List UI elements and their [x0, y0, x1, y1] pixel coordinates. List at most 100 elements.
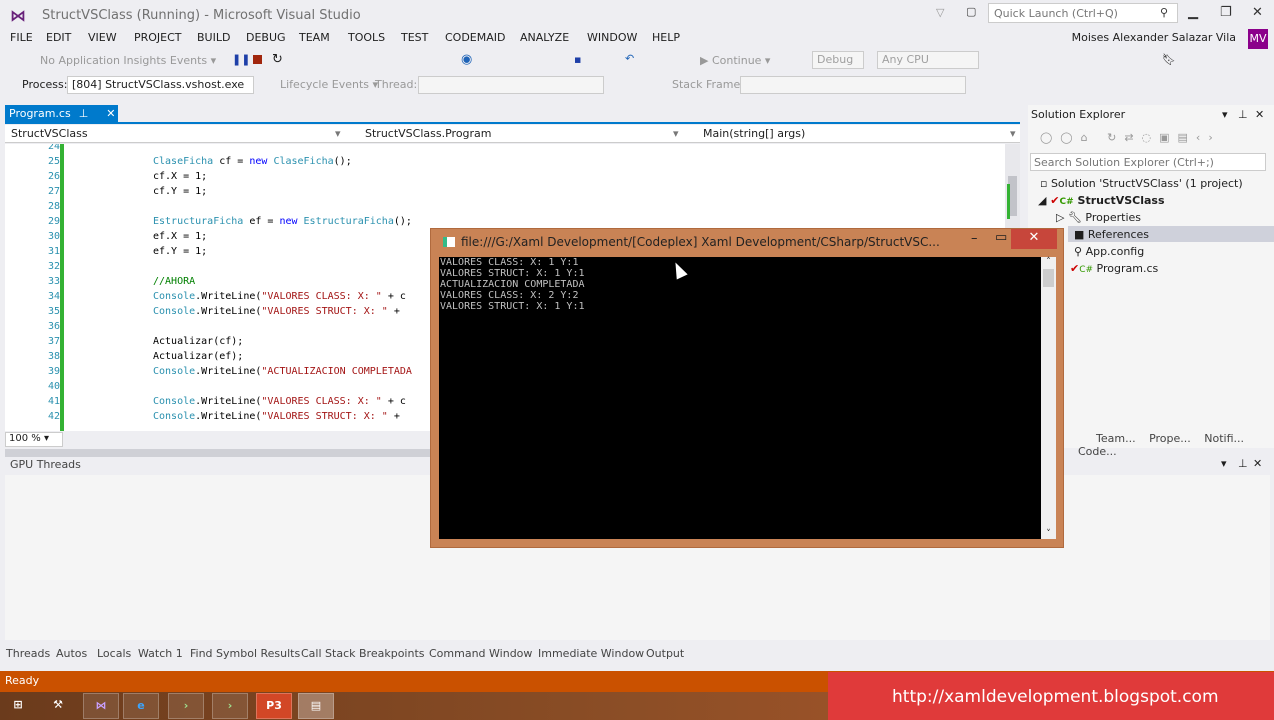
code-line[interactable]: EstructuraFicha ef = new EstructuraFicha…	[153, 216, 412, 227]
pin-icon[interactable]: ⊥	[1238, 457, 1248, 470]
menu-view[interactable]: VIEW	[88, 31, 117, 44]
menu-window[interactable]: WINDOW	[587, 31, 637, 44]
code-line[interactable]: cf.X = 1;	[153, 171, 207, 182]
dropdown-icon[interactable]: ▾	[1221, 457, 1227, 470]
menu-analyze[interactable]: ANALYZE	[520, 31, 569, 44]
code-token: ();	[333, 156, 352, 167]
visual-studio-icon[interactable]: ⋈	[83, 693, 119, 719]
navigate-back-icon[interactable]: ◉	[461, 52, 472, 67]
lifecycle-events-dropdown[interactable]: Lifecycle Events ▾	[280, 78, 378, 100]
filter-icon[interactable]: ▽	[936, 6, 944, 19]
menu-team[interactable]: TEAM	[299, 31, 330, 44]
tab-find-symbol-results[interactable]: Find Symbol Results	[190, 647, 300, 660]
tab-breakpoints[interactable]: Breakpoints	[359, 647, 425, 660]
config-select[interactable]: Debug	[812, 51, 864, 69]
close-button[interactable]: ✕	[1252, 5, 1263, 20]
menu-help[interactable]: HELP	[652, 31, 680, 44]
windows-start-icon[interactable]: ⊞	[0, 693, 36, 719]
pin-icon[interactable]: ⊥	[79, 107, 89, 120]
close-tab-icon[interactable]: ✕	[106, 107, 115, 120]
console-window[interactable]: file:///G:/Xaml Development/[Codeplex] X…	[430, 228, 1064, 548]
tab-locals[interactable]: Locals	[97, 647, 131, 660]
class-dropdown[interactable]: StructVSClass.Program	[365, 127, 492, 140]
tab-notifications[interactable]: Notifi...	[1204, 432, 1244, 445]
close-icon[interactable]: ✕	[1253, 457, 1262, 470]
tree-references[interactable]: ■ References	[1074, 228, 1149, 241]
solution-search-input[interactable]: Search Solution Explorer (Ctrl+;)	[1030, 153, 1266, 171]
solution-toolbar[interactable]: ◯◯⌂ ↻⇄◌▣▤‹›	[1040, 131, 1221, 144]
tree-properties[interactable]: ▷ 🔧︎ Properties	[1056, 211, 1141, 224]
console-minimize-button[interactable]: –	[971, 231, 978, 246]
tab-threads[interactable]: Threads	[6, 647, 50, 660]
restart-icon[interactable]: ↻	[272, 52, 283, 67]
code-line[interactable]: ef.Y = 1;	[153, 246, 207, 257]
menu-debug[interactable]: DEBUG	[246, 31, 286, 44]
menu-codemaid[interactable]: CODEMAID	[445, 31, 506, 44]
tab-program-cs[interactable]: Program.cs ⊥ ✕	[5, 105, 118, 123]
code-token: Actualizar(cf);	[153, 336, 244, 347]
console-icon[interactable]: ▤	[298, 693, 334, 719]
tab-immediate-window[interactable]: Immediate Window	[538, 647, 644, 660]
tab-properties[interactable]: Prope...	[1149, 432, 1191, 445]
process-label: Process:	[22, 78, 68, 91]
menu-file[interactable]: FILE	[10, 31, 33, 44]
close-icon[interactable]: ✕	[1255, 108, 1264, 121]
tab-watch-1[interactable]: Watch 1	[138, 647, 183, 660]
user-name[interactable]: Moises Alexander Salazar Vila	[1072, 31, 1236, 44]
tree-program-cs[interactable]: ✔C# Program.cs	[1070, 262, 1158, 275]
insights-dropdown[interactable]: No Application Insights Events ▾	[24, 54, 216, 76]
code-line[interactable]: Console.WriteLine("VALORES STRUCT: X: " …	[153, 411, 406, 422]
tree-app-config[interactable]: ⚲ App.config	[1074, 245, 1144, 258]
code-line[interactable]: Console.WriteLine("VALORES CLASS: X: " +…	[153, 396, 406, 407]
quick-launch-input[interactable]: Quick Launch (Ctrl+Q)	[988, 3, 1178, 23]
tab-team[interactable]: Team...	[1096, 432, 1136, 445]
menu-tools[interactable]: TOOLS	[348, 31, 385, 44]
save-icon[interactable]: ▪	[574, 53, 581, 66]
avatar[interactable]: MV	[1248, 29, 1268, 49]
stop-icon[interactable]	[253, 55, 262, 64]
internet-explorer-icon[interactable]: e	[123, 693, 159, 719]
menu-build[interactable]: BUILD	[197, 31, 230, 44]
tab-command-window[interactable]: Command Window	[429, 647, 532, 660]
menu-test[interactable]: TEST	[401, 31, 428, 44]
feedback-icon[interactable]: ▢	[966, 5, 976, 18]
dropdown-icon[interactable]: ▾	[1222, 108, 1228, 121]
terminal-2-icon[interactable]: ›	[212, 693, 248, 719]
restore-button[interactable]: ❐	[1220, 5, 1232, 20]
console-close-button[interactable]: ✕	[1011, 229, 1057, 249]
thread-select[interactable]	[418, 76, 604, 94]
code-line[interactable]: //AHORA	[153, 276, 195, 287]
process-select[interactable]: [804] StructVSClass.vshost.exe	[67, 76, 254, 94]
menu-project[interactable]: PROJECT	[134, 31, 182, 44]
console-scrollbar[interactable]: ˄ ˅	[1041, 257, 1056, 539]
code-line[interactable]: Actualizar(ef);	[153, 351, 243, 362]
member-dropdown[interactable]: Main(string[] args)	[703, 127, 805, 140]
minimize-button[interactable]: ▁	[1188, 5, 1198, 20]
code-line[interactable]: Console.WriteLine("VALORES STRUCT: X: " …	[153, 306, 406, 317]
code-line[interactable]: Console.WriteLine("VALORES CLASS: X: " +…	[153, 291, 406, 302]
tab-call-stack[interactable]: Call Stack	[301, 647, 355, 660]
code-line[interactable]: Actualizar(cf);	[153, 336, 243, 347]
code-line[interactable]: cf.Y = 1;	[153, 186, 207, 197]
code-line[interactable]: Console.WriteLine("ACTUALIZACION COMPLET…	[153, 366, 412, 377]
pin-icon[interactable]: ⊥	[1238, 108, 1248, 121]
project-dropdown[interactable]: StructVSClass	[11, 127, 88, 140]
continue-button[interactable]: ▶ Continue ▾	[700, 54, 770, 76]
tab-output[interactable]: Output	[646, 647, 684, 660]
explorer-icon[interactable]: ⚒	[40, 693, 76, 719]
powerpoint-icon[interactable]: P3	[256, 693, 292, 719]
terminal-icon[interactable]: ›	[168, 693, 204, 719]
tree-project[interactable]: ◢ ✔C# StructVSClass	[1038, 194, 1165, 207]
tree-solution[interactable]: ▫ Solution 'StructVSClass' (1 project)	[1040, 177, 1243, 190]
bookmark-icon[interactable]: 🔖︎	[1162, 53, 1176, 66]
pause-icon[interactable]: ❚❚	[232, 53, 250, 66]
undo-icon[interactable]: ↶	[625, 52, 634, 65]
code-line[interactable]: ef.X = 1;	[153, 231, 207, 242]
stack-frame-select[interactable]	[740, 76, 966, 94]
tab-autos[interactable]: Autos	[56, 647, 87, 660]
console-maximize-button[interactable]: ▭	[995, 230, 1007, 245]
code-line[interactable]: ClaseFicha cf = new ClaseFicha();	[153, 156, 352, 167]
menu-edit[interactable]: EDIT	[46, 31, 71, 44]
platform-select[interactable]: Any CPU	[877, 51, 979, 69]
zoom-select[interactable]: 100 % ▾	[5, 432, 63, 447]
